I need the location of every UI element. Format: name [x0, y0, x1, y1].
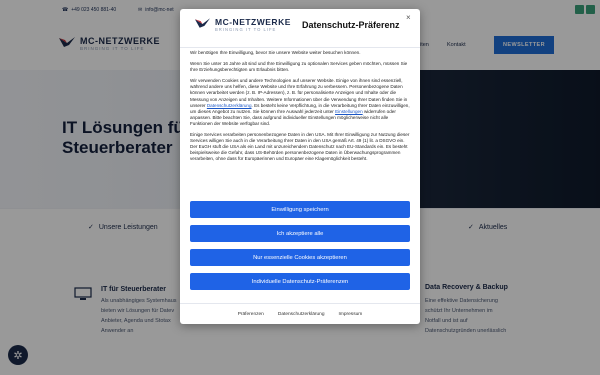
scroll-fade: [180, 185, 420, 199]
consent-paragraph-3: Wir verwenden Cookies und andere Technol…: [190, 78, 410, 127]
footer-link-imprint[interactable]: Impressum: [339, 312, 363, 317]
settings-link[interactable]: Einstellungen: [335, 109, 363, 114]
dialog-header: MC-NETZWERKE BRINGING IT TO LIFE Datensc…: [180, 9, 420, 48]
dialog-footer: Präferenzen Datenschutzerklärung Impress…: [180, 303, 420, 324]
accept-essential-button[interactable]: Nur essenzielle Cookies akzeptieren: [190, 249, 410, 266]
privacy-policy-link[interactable]: Datenschutzerklärung: [207, 103, 252, 108]
dialog-logo-tagline: BRINGING IT TO LIFE: [215, 27, 277, 32]
footer-link-preferences[interactable]: Präferenzen: [238, 312, 264, 317]
footer-link-privacy[interactable]: Datenschutzerklärung: [278, 312, 325, 317]
consent-paragraph-1: Wir benötigen Ihre Einwilligung, bevor S…: [190, 50, 361, 55]
dialog-description[interactable]: Wir benötigen Ihre Einwilligung, bevor S…: [190, 50, 410, 197]
close-icon[interactable]: ×: [406, 13, 411, 22]
save-consent-button[interactable]: Einwilligung speichern: [190, 201, 410, 218]
consent-paragraph-4: Einige Services verarbeiten personenbezo…: [190, 132, 410, 162]
dialog-logo: MC-NETZWERKE BRINGING IT TO LIFE: [194, 17, 291, 33]
logo-bird-icon: [194, 18, 211, 28]
consent-paragraph-2: Wenn Sie unter 16 Jahre alt sind und Ihr…: [190, 61, 408, 73]
individual-preferences-button[interactable]: Individuelle Datenschutz-Präferenzen: [190, 273, 410, 290]
accept-all-button[interactable]: Ich akzeptiere alle: [190, 225, 410, 242]
dialog-logo-brand: MC-NETZWERKE: [215, 17, 291, 27]
privacy-preference-dialog: MC-NETZWERKE BRINGING IT TO LIFE Datensc…: [180, 9, 420, 324]
dialog-title: Datenschutz-Präferenz: [302, 20, 400, 30]
